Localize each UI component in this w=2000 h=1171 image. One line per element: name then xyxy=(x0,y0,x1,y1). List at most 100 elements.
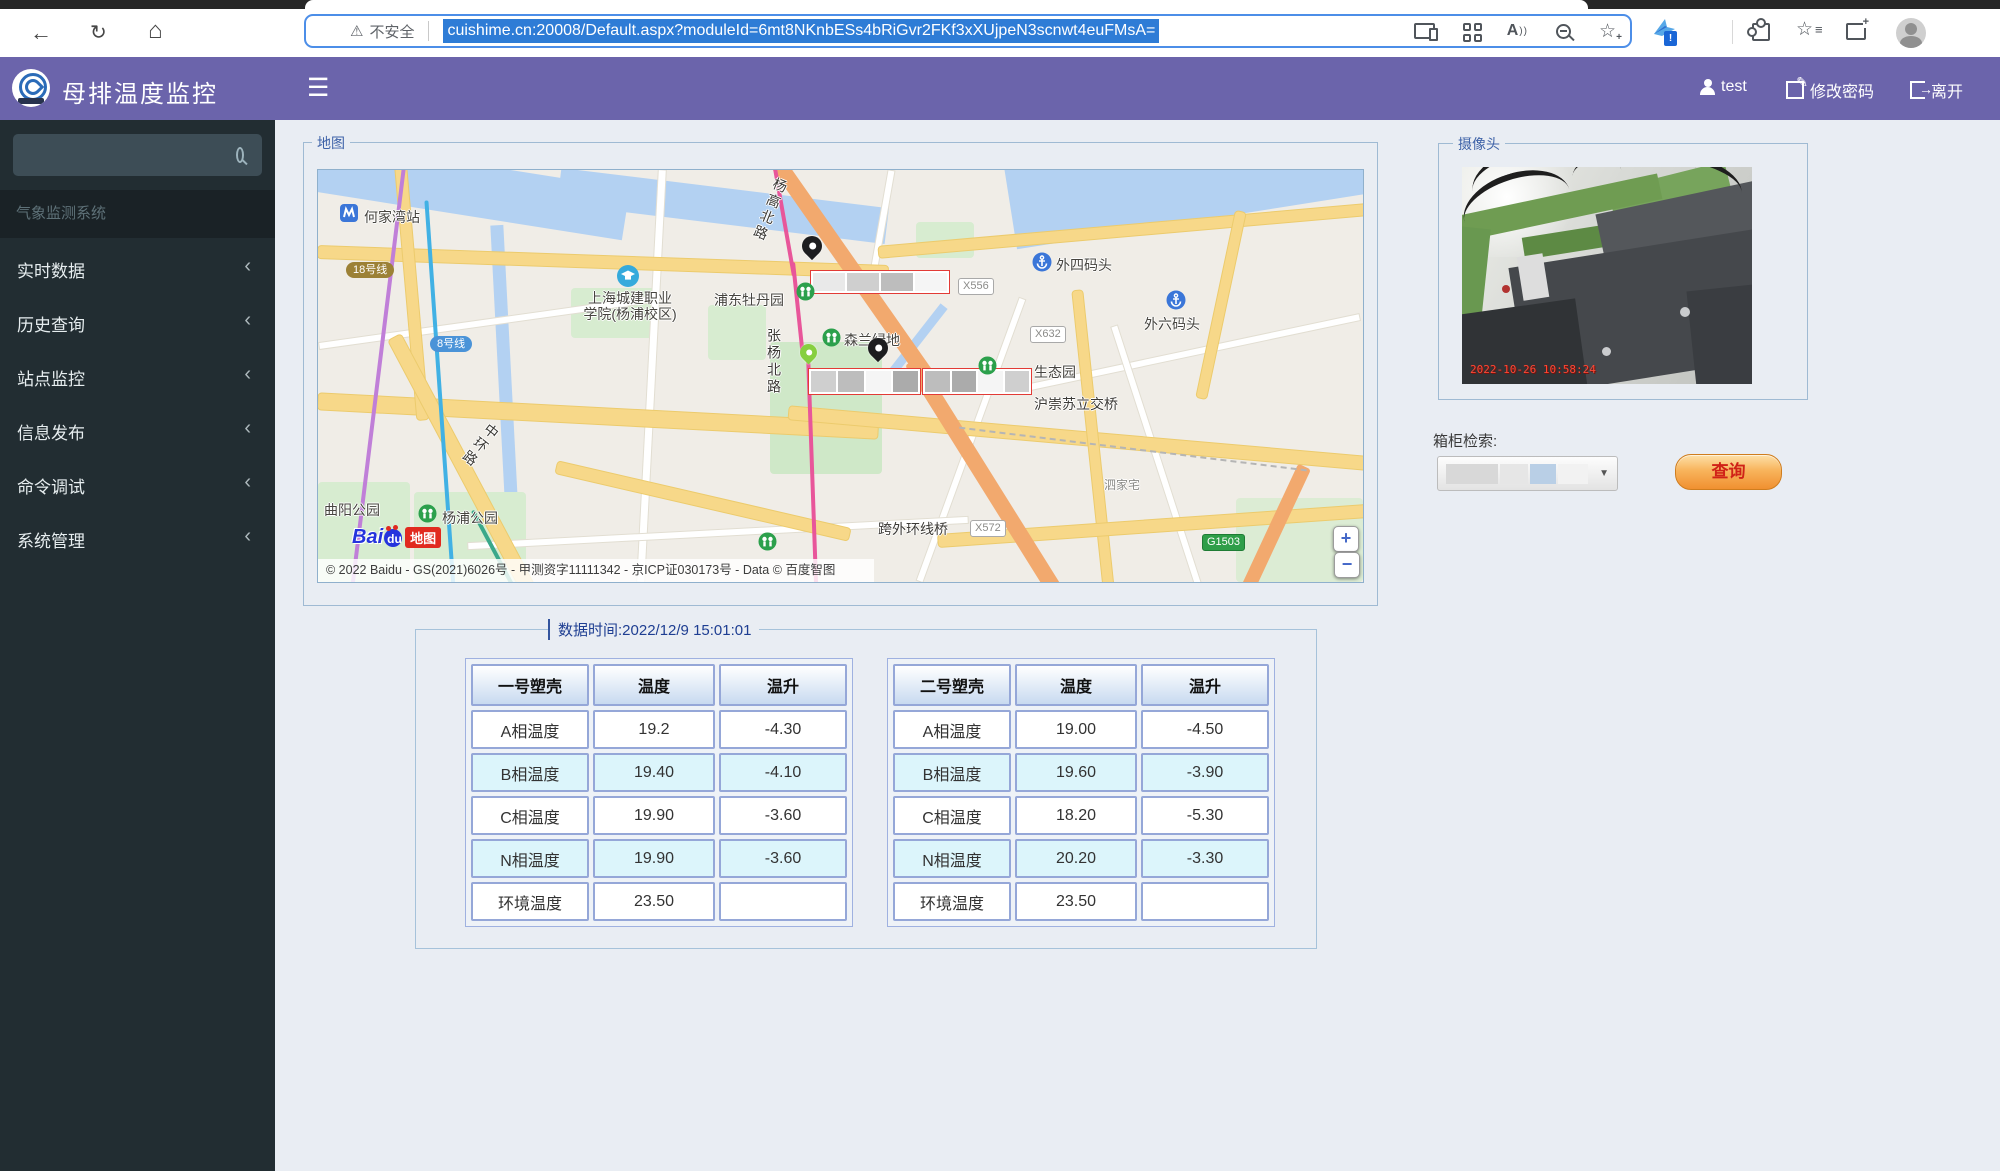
apps-grid-icon[interactable] xyxy=(1463,23,1479,39)
dropdown-arrow-icon: ▼ xyxy=(1599,468,1609,479)
map-label-college-line2: 学院(杨浦校区) xyxy=(562,304,698,324)
map-label-kuawaihuan-bridge: 跨外环线桥 xyxy=(878,519,948,539)
chevron-left-icon: ‹ xyxy=(244,471,251,494)
table-row: N相温度 19.90 -3.60 xyxy=(471,839,847,878)
park-icon xyxy=(418,504,437,528)
back-icon[interactable]: ← xyxy=(30,22,52,44)
user-icon xyxy=(1700,79,1715,95)
column-header: 温升 xyxy=(719,664,847,706)
extension-badge: ! xyxy=(1664,31,1677,46)
map-copyright: © 2022 Baidu - GS(2021)6026号 - 甲测资字11111… xyxy=(318,559,874,582)
camera-timestamp: 2022-10-26 10:58:24 xyxy=(1470,363,1596,376)
chevron-left-icon: ‹ xyxy=(244,525,251,548)
user-menu[interactable]: test xyxy=(1700,78,1747,96)
table-row: C相温度 18.20 -5.30 xyxy=(893,796,1269,835)
map-label-yangpu-park: 杨浦公园 xyxy=(442,508,498,528)
map-label-zhangyang-north-road: 张杨北路 xyxy=(764,328,784,396)
column-header: 温度 xyxy=(1015,664,1137,706)
map-shield-x572: X572 xyxy=(970,520,1006,537)
map-label-hejiawan-station: 何家湾站 xyxy=(364,207,420,227)
address-bar[interactable]: ⚠ 不安全 cuishime.cn:20008/Default.aspx?mod… xyxy=(304,14,1632,48)
app-title: 母排温度监控 xyxy=(62,74,218,109)
anchor-icon xyxy=(1032,252,1052,277)
column-header: 二号塑壳 xyxy=(893,664,1011,706)
home-icon[interactable]: ⌂ xyxy=(148,20,163,42)
refresh-icon[interactable]: ↻ xyxy=(90,22,107,44)
column-header: 温度 xyxy=(593,664,715,706)
map-shield-g1503: G1503 xyxy=(1202,534,1245,551)
menu-icon[interactable]: ☰ xyxy=(307,73,329,103)
logout-button[interactable]: → 离开 xyxy=(1910,78,1963,102)
url-text[interactable]: cuishime.cn:20008/Default.aspx?moduleId=… xyxy=(443,19,1159,43)
sidebar-item-info-publish[interactable]: 信息发布 ‹ xyxy=(0,402,275,456)
main-content: 地图 xyxy=(275,120,2000,1171)
table-row: A相温度 19.2 -4.30 xyxy=(471,710,847,749)
table-row: N相温度 20.20 -3.30 xyxy=(893,839,1269,878)
sidebar-search[interactable] xyxy=(13,134,262,176)
table-row: C相温度 19.90 -3.60 xyxy=(471,796,847,835)
sidebar-item-history-query[interactable]: 历史查询 ‹ xyxy=(0,294,275,348)
redacted-map-label xyxy=(808,368,921,395)
metro-station-icon xyxy=(340,204,358,227)
app-logo xyxy=(12,69,50,107)
security-label[interactable]: 不安全 xyxy=(369,21,414,42)
table-row: 环境温度 23.50 xyxy=(471,882,847,921)
map-label-wailiu-dock: 外六码头 xyxy=(1144,314,1200,334)
map-zoom-out-button[interactable]: − xyxy=(1334,552,1360,578)
cabinet-search-label: 箱柜检索: xyxy=(1433,430,1497,451)
extensions-icon[interactable] xyxy=(1752,23,1770,41)
sidebar-item-site-monitoring[interactable]: 站点监控 ‹ xyxy=(0,348,275,402)
sidebar: 气象监测系统 实时数据 ‹ 历史查询 ‹ 站点监控 ‹ 信息发布 ‹ 命令调试 … xyxy=(0,120,275,1171)
cabinet-select[interactable]: ▼ xyxy=(1437,456,1618,491)
search-icon[interactable] xyxy=(236,147,244,163)
map-label-huchongsu-bridge: 沪崇苏立交桥 xyxy=(1034,394,1118,414)
table-cabinet-1: 一号塑壳 温度 温升 A相温度 19.2 -4.30 B相温度 19.40 -4… xyxy=(465,658,853,927)
map-panel-legend: 地图 xyxy=(312,133,350,153)
query-button[interactable]: 查询 xyxy=(1675,454,1782,490)
chevron-left-icon: ‹ xyxy=(244,255,251,278)
column-header: 温升 xyxy=(1141,664,1269,706)
table-row: 环境温度 23.50 xyxy=(893,882,1269,921)
logout-icon: → xyxy=(1910,81,1925,99)
toolbar-divider xyxy=(1732,20,1733,44)
favorites-icon[interactable]: ☆≡ xyxy=(1796,20,1823,39)
sidebar-item-system-management[interactable]: 系统管理 ‹ xyxy=(0,510,275,564)
user-name: test xyxy=(1721,78,1747,96)
map-label-waisi-dock: 外四码头 xyxy=(1056,255,1112,275)
profile-avatar[interactable] xyxy=(1896,18,1926,48)
chevron-left-icon: ‹ xyxy=(244,417,251,440)
active-tab[interactable] xyxy=(305,0,1588,9)
extension-bird-icon[interactable]: ! xyxy=(1652,17,1676,39)
browser-tab-strip xyxy=(0,0,2000,9)
add-favorite-icon[interactable]: ☆+ xyxy=(1599,22,1616,41)
map-badge-line18: 18号线 xyxy=(346,262,394,278)
logout-label: 离开 xyxy=(1931,78,1963,102)
map-label-eco-park: 生态园 xyxy=(1034,362,1076,382)
collections-icon[interactable]: + xyxy=(1846,23,1866,40)
change-password-button[interactable]: ✎ 修改密码 xyxy=(1786,78,1874,102)
map-zoom-in-button[interactable]: + xyxy=(1333,526,1359,552)
table-cabinet-2: 二号塑壳 温度 温升 A相温度 19.00 -4.50 B相温度 19.60 -… xyxy=(887,658,1275,927)
edit-password-icon: ✎ xyxy=(1786,81,1804,99)
map-shield-x556: X556 xyxy=(958,278,994,295)
baidu-paw-icon: du xyxy=(384,529,402,547)
map-label-sijiazhai: 泗家宅 xyxy=(1104,476,1140,493)
sidebar-section-label: 气象监测系统 xyxy=(0,190,275,238)
camera-panel-legend: 摄像头 xyxy=(1453,134,1505,154)
app-header: 母排温度监控 ☰ test ✎ 修改密码 → 离开 xyxy=(0,57,2000,120)
read-aloud-icon[interactable]: A)) xyxy=(1507,22,1528,40)
sidebar-item-realtime-data[interactable]: 实时数据 ‹ xyxy=(0,240,275,294)
sidebar-item-command-debug[interactable]: 命令调试 ‹ xyxy=(0,456,275,510)
redacted-map-label xyxy=(810,270,950,294)
url-divider xyxy=(428,21,429,41)
not-secure-warning-icon: ⚠ xyxy=(350,22,363,40)
page-zoom-icon[interactable] xyxy=(1556,24,1571,39)
search-input[interactable] xyxy=(13,147,236,164)
table-row: B相温度 19.40 -4.10 xyxy=(471,753,847,792)
park-icon xyxy=(796,282,815,306)
send-to-device-icon[interactable] xyxy=(1414,23,1435,39)
column-header: 一号塑壳 xyxy=(471,664,589,706)
table-row: B相温度 19.60 -3.90 xyxy=(893,753,1269,792)
change-password-label: 修改密码 xyxy=(1810,78,1874,102)
baidu-map[interactable]: 何家湾站 18号线 8号线 上海城建职业 学院(杨浦校区) 杨高北路 X556 … xyxy=(317,169,1364,583)
